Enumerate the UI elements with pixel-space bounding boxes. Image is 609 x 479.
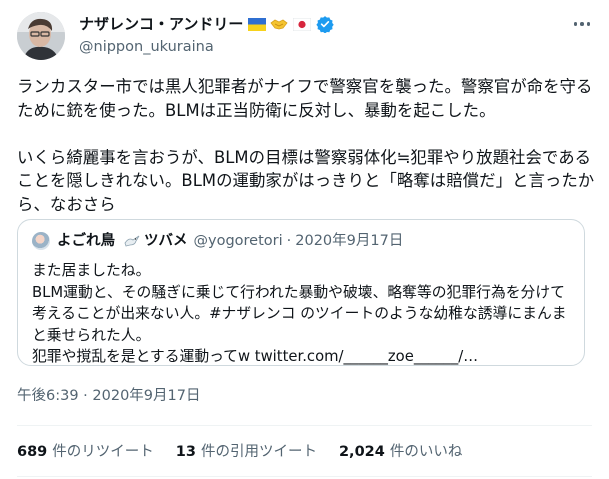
quoted-author-handle: @yogoretori [193,233,283,249]
retweets-label: 件のリツイート [52,444,154,460]
quotes-count: 13 [175,444,196,460]
divider-top [17,425,592,426]
tweet-timestamp[interactable]: 午後6:39 · 2020年9月17日 [17,386,200,406]
quoted-tweet[interactable]: よごれ鳥 ツバメ @yogoretori · 2020年9月17日 また居ました… [17,219,585,366]
retweets-stat[interactable]: 689 件のリツイート [17,442,154,462]
author-name-row[interactable]: ナザレンコ・アンドリー [79,14,335,34]
japan-flag-icon [293,17,312,31]
likes-label: 件のいいね [389,444,463,460]
divider-bottom [17,476,592,477]
quotes-label: 件の引用ツイート [200,444,317,460]
quoted-tweet-text: また居ましたね。 BLM運動と、その騒ぎに乗じて行われた暴動や破壊、略奪等の犯罪… [32,262,567,365]
ukraine-flag-icon [248,17,267,31]
verified-icon [316,16,335,33]
quoted-author-name-suffix: ツバメ [144,233,188,249]
likes-stat[interactable]: 2,024 件のいいね [339,442,462,462]
quoted-author-name: よごれ鳥 [57,233,115,249]
quoted-author-avatar [32,232,50,250]
author-avatar[interactable] [17,12,65,60]
handshake-icon [270,19,288,30]
more-options-icon[interactable] [570,14,594,34]
likes-count: 2,024 [338,444,385,460]
quoted-tweet-header: よごれ鳥 ツバメ @yogoretori · 2020年9月17日 [57,231,403,251]
dove-icon [124,235,140,247]
quoted-date: 2020年9月17日 [295,233,404,249]
quotes-stat[interactable]: 13 件の引用ツイート [176,442,317,462]
retweets-count: 689 [17,444,48,460]
tweet-text: ランカスター市では黒人犯罪者がナイフで警察官を襲った。警察官が命を守るために銃を… [17,77,595,214]
engagement-stats: 689 件のリツイート 13 件の引用ツイート 2,024 件のいいね [17,442,484,462]
author-name[interactable]: ナザレンコ・アンドリー [79,14,243,34]
quoted-separator: · [286,233,292,249]
author-handle[interactable]: @nippon_ukuraina [79,37,214,57]
